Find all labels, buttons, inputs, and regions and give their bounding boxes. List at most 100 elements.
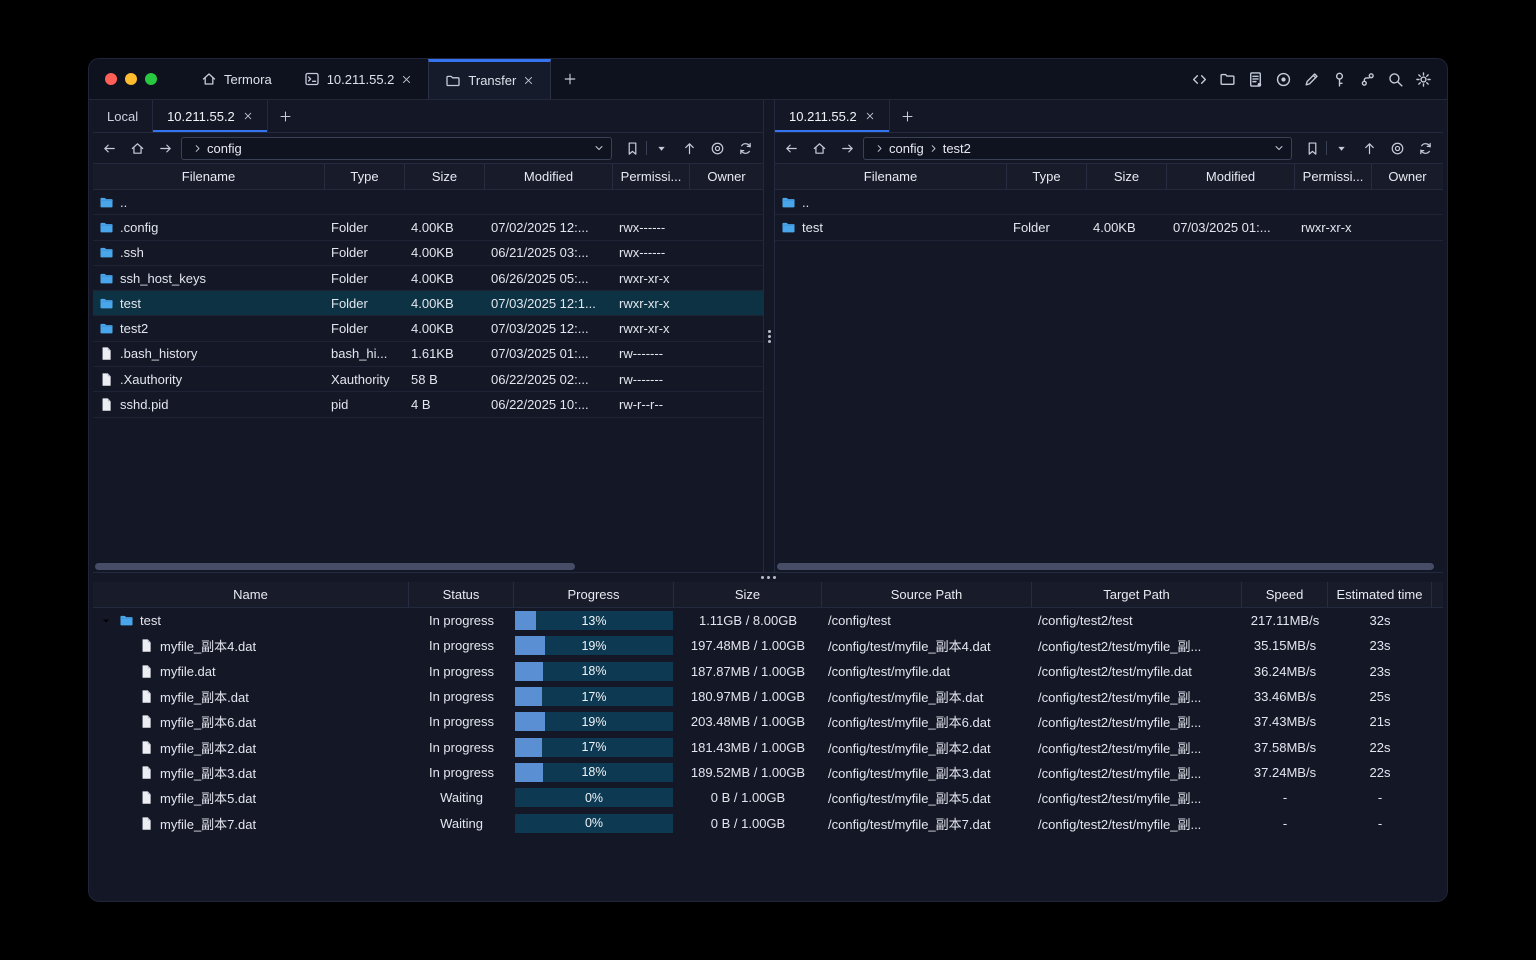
home-button[interactable] <box>125 137 149 159</box>
left-pane-tab-10-211-55-2[interactable]: 10.211.55.2 <box>153 100 268 132</box>
transfer-row[interactable]: myfile_副本4.dat In progress 19% 197.48MB / 1… <box>93 633 1443 658</box>
column-header-modified[interactable]: Modified <box>485 164 613 189</box>
window-minimize-button[interactable] <box>125 73 137 85</box>
column-header-permissi[interactable]: Permissi... <box>1295 164 1372 189</box>
back-button[interactable] <box>779 137 803 159</box>
gear-button[interactable] <box>1414 70 1433 89</box>
left-pane-tab-local[interactable]: Local <box>93 100 154 132</box>
file-row[interactable]: test Folder 4.00KB 07/03/2025 12:1... rwxr-x… <box>93 291 763 317</box>
column-header-target-path[interactable]: Target Path <box>1032 582 1242 607</box>
pencil-button[interactable] <box>1302 70 1321 89</box>
file-row[interactable]: sshd.pid pid 4 B 06/22/2025 10:... rw-r--r-- <box>93 392 763 418</box>
column-header-type[interactable]: Type <box>325 164 405 189</box>
path-dropdown-icon[interactable] <box>1273 142 1285 154</box>
bookmark-button[interactable] <box>1300 137 1324 159</box>
bookmark-button[interactable] <box>620 137 644 159</box>
upload-button[interactable] <box>677 137 701 159</box>
breadcrumb-segment[interactable]: config <box>207 141 242 156</box>
column-header-source-path[interactable]: Source Path <box>822 582 1032 607</box>
column-header-speed[interactable]: Speed <box>1242 582 1328 607</box>
expand-chevron-icon[interactable] <box>99 615 113 627</box>
column-header-filename[interactable]: Filename <box>775 164 1007 189</box>
right-pane-tab-10-211-55-2[interactable]: 10.211.55.2 <box>775 100 890 132</box>
log-button[interactable] <box>1246 70 1265 89</box>
column-header-owner[interactable]: Owner <box>1372 164 1443 189</box>
transfer-row[interactable]: test In progress 13% 1.11GB / 8.00GB/config… <box>93 608 1443 633</box>
new-window-tab-button[interactable] <box>551 59 589 99</box>
transfer-row[interactable]: myfile_副本3.dat In progress 18% 189.52MB / 1… <box>93 760 1443 785</box>
refresh-button[interactable] <box>733 137 757 159</box>
left-horizontal-scrollbar[interactable] <box>95 563 761 570</box>
transfer-row[interactable]: myfile.dat In progress 18% 187.87MB / 1.00G… <box>93 659 1443 684</box>
key-button[interactable] <box>1330 70 1349 89</box>
column-header-size[interactable]: Size <box>674 582 822 607</box>
breadcrumb-segment[interactable]: test2 <box>943 141 971 156</box>
column-header-name[interactable]: Name <box>93 582 409 607</box>
path-dropdown-icon[interactable] <box>593 142 605 154</box>
right-pane-new-tab-button[interactable] <box>890 100 925 132</box>
column-header-size[interactable]: Size <box>1087 164 1167 189</box>
horizontal-splitter[interactable] <box>93 572 1443 582</box>
upload-button[interactable] <box>1357 137 1381 159</box>
pane-tab-close-icon[interactable] <box>865 111 875 121</box>
tab-transfer[interactable]: Transfer <box>428 59 552 99</box>
record-button[interactable] <box>1274 70 1293 89</box>
show-hidden-button[interactable] <box>705 137 729 159</box>
file-row[interactable]: .Xauthority Xauthority 58 B 06/22/2025 02:.… <box>93 367 763 393</box>
transfer-row[interactable]: myfile_副本7.dat Waiting 0% 0 B / 1.00GB/conf… <box>93 810 1443 835</box>
pane-tab-close-icon[interactable] <box>243 111 253 121</box>
file-row[interactable]: .. <box>775 190 1443 216</box>
tab-10-211-55-2[interactable]: 10.211.55.2 <box>288 59 429 99</box>
column-header-size[interactable]: Size <box>405 164 485 189</box>
tab-close-icon[interactable] <box>401 74 412 85</box>
file-row[interactable]: .ssh Folder 4.00KB 06/21/2025 03:... rwx----… <box>93 241 763 266</box>
right-horizontal-scrollbar[interactable] <box>777 563 1441 570</box>
folder-icon <box>99 220 114 235</box>
search-button[interactable] <box>1386 70 1405 89</box>
transfer-row[interactable]: myfile_副本5.dat Waiting 0% 0 B / 1.00GB/conf… <box>93 785 1443 810</box>
tab-termora[interactable]: Termora <box>185 59 288 99</box>
forward-button[interactable] <box>153 137 177 159</box>
branch-button[interactable] <box>1358 70 1377 89</box>
size-cell: 187.87MB / 1.00GB <box>690 663 806 679</box>
file-row[interactable]: .config Folder 4.00KB 07/02/2025 12:... rwx-… <box>93 215 763 241</box>
file-row[interactable]: test Folder 4.00KB 07/03/2025 01:... rwxr-xr… <box>775 215 1443 241</box>
left-path-field[interactable]: config <box>181 136 612 160</box>
vertical-splitter[interactable] <box>763 100 775 572</box>
column-header-progress[interactable]: Progress <box>514 582 674 607</box>
window-close-button[interactable] <box>105 73 117 85</box>
file-row[interactable]: .bash_history bash_hi... 1.61KB 07/03/2025 … <box>93 342 763 368</box>
transfer-name-label: myfile_副本6.dat <box>160 715 257 731</box>
column-header-status[interactable]: Status <box>409 582 514 607</box>
file-row[interactable]: .. <box>93 190 763 216</box>
show-hidden-button[interactable] <box>1385 137 1409 159</box>
tab-close-icon[interactable] <box>523 75 534 86</box>
bookmark-menu-button[interactable] <box>649 137 673 159</box>
transfer-row[interactable]: myfile_副本2.dat In progress 17% 181.43MB / 1… <box>93 734 1443 759</box>
window-zoom-button[interactable] <box>145 73 157 85</box>
column-header-estimated-time[interactable]: Estimated time <box>1328 582 1432 607</box>
column-header-type[interactable]: Type <box>1007 164 1087 189</box>
forward-button[interactable] <box>835 137 859 159</box>
bookmark-menu-button[interactable] <box>1329 137 1353 159</box>
refresh-button[interactable] <box>1413 137 1437 159</box>
column-header-permissi[interactable]: Permissi... <box>613 164 690 189</box>
file-row[interactable]: ssh_host_keys Folder 4.00KB 06/26/2025 05:.… <box>93 266 763 292</box>
left-pane-new-tab-button[interactable] <box>268 100 303 132</box>
home-button[interactable] <box>807 137 831 159</box>
file-row[interactable]: test2 Folder 4.00KB 07/03/2025 12:... rwxr-x… <box>93 316 763 342</box>
folder-outline-button[interactable] <box>1218 70 1237 89</box>
column-header-filename[interactable]: Filename <box>93 164 325 189</box>
transfer-row[interactable]: myfile_副本6.dat In progress 19% 203.48MB / 1… <box>93 709 1443 734</box>
code-button[interactable] <box>1190 70 1209 89</box>
transfer-row[interactable]: myfile_副本.dat In progress 17% 180.97MB / 1.… <box>93 684 1443 709</box>
column-header-owner[interactable]: Owner <box>690 164 763 189</box>
breadcrumb-segment[interactable]: config <box>889 141 924 156</box>
back-button[interactable] <box>97 137 121 159</box>
right-file-rows: .. test Folder 4.00KB 07/03/2025 01:... rwxr-… <box>775 190 1443 572</box>
scrollbar-thumb[interactable] <box>777 563 1435 570</box>
scrollbar-thumb[interactable] <box>95 563 575 570</box>
file-icon <box>139 638 154 653</box>
column-header-modified[interactable]: Modified <box>1167 164 1295 189</box>
right-path-field[interactable]: config test2 <box>863 136 1292 160</box>
